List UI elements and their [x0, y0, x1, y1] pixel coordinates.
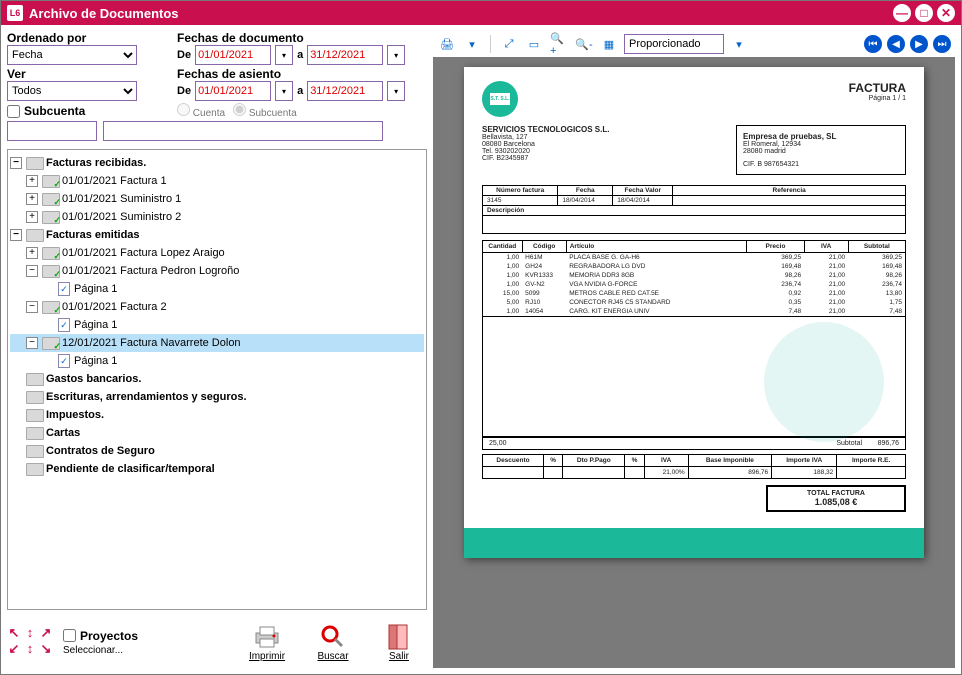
- totals-table: Descuento% Dto P.Pago% IVA Base Imponibl…: [482, 454, 906, 479]
- invoice-line: 1,00GH24REGRABADORA LG DVD169,4821,00169…: [483, 262, 906, 271]
- asiento-date-from[interactable]: 01/01/2021: [195, 81, 271, 101]
- zoom-mode-select[interactable]: Proporcionado: [624, 34, 724, 54]
- invoice-page: S.T. S.L. FACTURA Página 1 / 1 SERVICIOS…: [464, 67, 924, 558]
- grand-total: TOTAL FACTURA 1.085,08 €: [766, 485, 906, 512]
- folder-icon: [42, 265, 58, 277]
- folder-icon: [42, 337, 58, 349]
- ver-label: Ver: [7, 67, 167, 81]
- fechas-asiento-label: Fechas de asiento: [177, 67, 427, 81]
- buscar-button[interactable]: Buscar: [305, 623, 361, 662]
- invoice-line: 1,00GV-N2VGA NVIDIA G-FORCE236,7421,0023…: [483, 280, 906, 289]
- close-button[interactable]: ✕: [937, 4, 955, 22]
- zoom-dd-icon[interactable]: ▾: [729, 34, 749, 54]
- invoice-line: 1,00KVR1333MEMORIA DDR3 8GB98,2621,0098,…: [483, 271, 906, 280]
- tree-toggle[interactable]: −: [10, 157, 22, 169]
- app-logo: L6: [7, 5, 23, 21]
- invoice-header-table: Número facturaFechaFecha ValorReferencia…: [482, 185, 906, 234]
- folder-icon: [42, 175, 58, 187]
- folder-icon: [42, 301, 58, 313]
- tree-item-selected: −12/01/2021 Factura Navarrete Dolon: [10, 334, 424, 352]
- asiento-date-from-dd[interactable]: [275, 81, 293, 101]
- page-icon: ✓: [58, 282, 70, 296]
- folder-icon: [26, 229, 42, 241]
- doc-date-to[interactable]: 31/12/2021: [307, 45, 383, 65]
- invoice-line: 1,00H61MPLACA BASE G. GA-H6369,2521,0036…: [483, 253, 906, 263]
- zoom-out-icon[interactable]: 🔍-: [574, 34, 594, 54]
- folder-icon: [26, 445, 42, 457]
- page-icon: ✓: [58, 354, 70, 368]
- invoice-page-num: Página 1 / 1: [482, 95, 906, 102]
- minimize-button[interactable]: —: [893, 4, 911, 22]
- subcuenta-check[interactable]: [7, 105, 20, 118]
- expand-arrows[interactable]: ↖↕↗ ↙↕↘: [7, 627, 53, 657]
- titlebar: L6 Archivo de Documentos — □ ✕: [1, 1, 961, 25]
- proyectos-check[interactable]: [63, 629, 76, 642]
- print-icon[interactable]: 🖨: [437, 34, 457, 54]
- folder-icon: [26, 427, 42, 439]
- zoom-in-icon[interactable]: 🔍+: [549, 34, 569, 54]
- radio-subcuenta[interactable]: Subcuenta: [233, 103, 297, 119]
- preview-toolbar: 🖨 ▾ ⤢ ▭ 🔍+ 🔍- ▦ Proporcionado ▾ ⏮ ◀ ▶ ⏭: [433, 31, 955, 57]
- nav-next-icon[interactable]: ▶: [910, 35, 928, 53]
- doc-date-from[interactable]: 01/01/2021: [195, 45, 271, 65]
- radio-cuenta[interactable]: Cuenta: [177, 103, 225, 119]
- imprimir-button[interactable]: Imprimir: [239, 623, 295, 662]
- asiento-date-to-dd[interactable]: [387, 81, 405, 101]
- ordenado-select[interactable]: Fecha: [7, 45, 137, 65]
- watermark-icon: [764, 322, 884, 442]
- page-footer-band: [464, 528, 924, 558]
- subcuenta-code-input[interactable]: [7, 121, 97, 141]
- document-tree[interactable]: −Facturas recibidas. +01/01/2021 Factura…: [7, 149, 427, 610]
- folder-icon: [26, 157, 42, 169]
- print-dd-icon[interactable]: ▾: [462, 34, 482, 54]
- window-title: Archivo de Documentos: [29, 6, 889, 21]
- salir-button[interactable]: Salir: [371, 623, 427, 662]
- invoice-title: FACTURA: [482, 81, 906, 95]
- a-label: a: [297, 49, 303, 61]
- invoice-logo: S.T. S.L.: [482, 81, 518, 117]
- doc-date-to-dd[interactable]: [387, 45, 405, 65]
- preview-area[interactable]: S.T. S.L. FACTURA Página 1 / 1 SERVICIOS…: [433, 57, 955, 668]
- subcuenta-desc-input[interactable]: [103, 121, 383, 141]
- page-icon: ✓: [58, 318, 70, 332]
- fit-icon[interactable]: ⤢: [499, 34, 519, 54]
- invoice-line: 15,005099METROS CABLE RED CAT.5E0,9221,0…: [483, 289, 906, 298]
- folder-icon: [42, 193, 58, 205]
- ver-select[interactable]: Todos: [7, 81, 137, 101]
- page-icon[interactable]: ▭: [524, 34, 544, 54]
- search-icon: [317, 623, 349, 651]
- folder-icon: [26, 463, 42, 475]
- invoice-line: 1,0014054CARG. KIT ENERGIA UNIV7,4821,00…: [483, 307, 906, 317]
- asiento-date-to[interactable]: 31/12/2021: [307, 81, 383, 101]
- folder-icon: [26, 391, 42, 403]
- folder-icon: [42, 211, 58, 223]
- doc-date-from-dd[interactable]: [275, 45, 293, 65]
- nav-first-icon[interactable]: ⏮: [864, 35, 882, 53]
- invoice-lines-table: Cantidad Código Artículo Precio IVA Subt…: [482, 240, 906, 317]
- nav-prev-icon[interactable]: ◀: [887, 35, 905, 53]
- nav-last-icon[interactable]: ⏭: [933, 35, 951, 53]
- ordenado-label: Ordenado por: [7, 31, 167, 45]
- seleccionar-link[interactable]: Seleccionar...: [63, 645, 123, 656]
- invoice-line: 5,00RJ10CONECTOR RJ45 C5 STANDARD0,3521,…: [483, 298, 906, 307]
- de-label: De: [177, 49, 191, 61]
- maximize-button[interactable]: □: [915, 4, 933, 22]
- subcuenta-label: Subcuenta: [24, 104, 85, 118]
- folder-icon: [42, 247, 58, 259]
- folder-icon: [26, 409, 42, 421]
- printer-icon: [251, 623, 283, 651]
- folder-icon: [26, 373, 42, 385]
- client-box: Empresa de pruebas, SL El Romeral, 12934…: [736, 125, 906, 175]
- zoom-sel-icon[interactable]: ▦: [599, 34, 619, 54]
- fechas-doc-label: Fechas de documento: [177, 31, 427, 45]
- exit-icon: [383, 623, 415, 651]
